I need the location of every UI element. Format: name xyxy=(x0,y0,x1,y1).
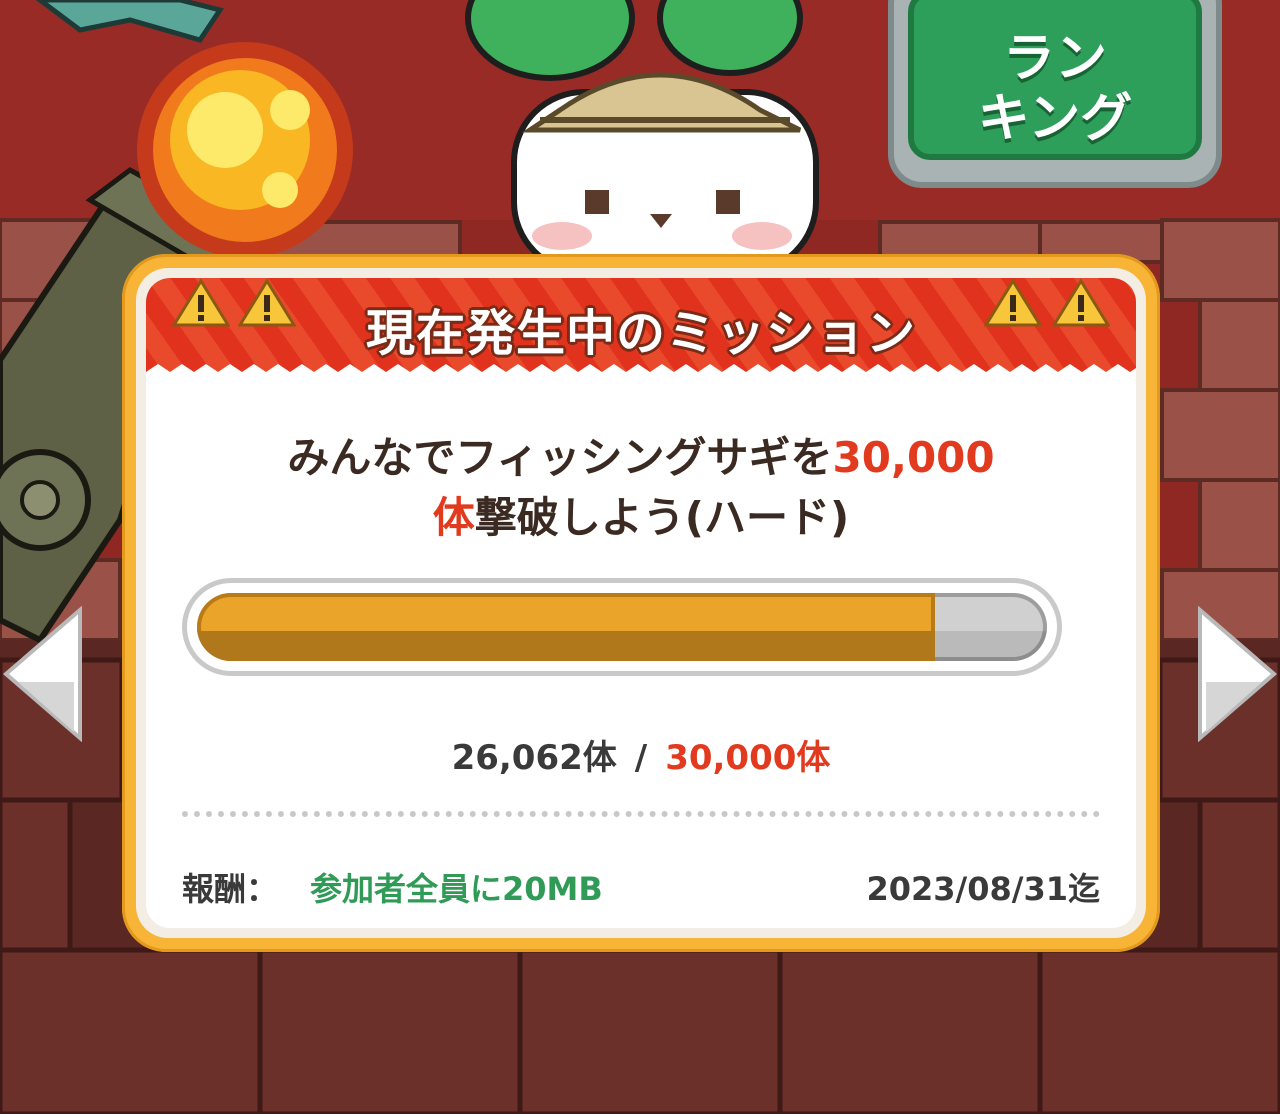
mission-card-body: 現在発生中のミッション みんなでフィッシングサギを30,000 体撃破しよう(ハ… xyxy=(146,278,1136,928)
progress-fill xyxy=(197,593,936,661)
mission-header: 現在発生中のミッション xyxy=(146,278,1136,390)
target-count: 30,000体 xyxy=(665,738,831,778)
dotted-divider xyxy=(182,811,1100,817)
mission-description: みんなでフィッシングサギを30,000 体撃破しよう(ハード) xyxy=(176,428,1106,548)
mission-progress-bar xyxy=(182,578,1062,676)
chevron-left-icon[interactable] xyxy=(0,605,84,743)
deadline: 2023/08/31迄 xyxy=(866,870,1100,908)
mission-count: 26,062体 / 30,000体 xyxy=(146,730,1136,779)
mission-description-line2: 体撃破しよう(ハード) xyxy=(176,488,1106,548)
mission-header-title: 現在発生中のミッション xyxy=(365,305,916,362)
mission-description-line1: みんなでフィッシングサギを30,000 xyxy=(176,428,1106,488)
mission-target-number: 30,000 xyxy=(832,433,995,482)
mission-target-unit: 体 xyxy=(432,493,475,542)
progress-track xyxy=(197,593,1047,661)
mission-card-frame: 現在発生中のミッション みんなでフィッシングサギを30,000 体撃破しよう(ハ… xyxy=(136,268,1146,938)
ranking-button-face: ラン キング xyxy=(908,0,1202,160)
reward-value: 参加者全員に20MB xyxy=(310,870,603,908)
count-separator: / xyxy=(634,738,648,778)
ranking-button-label: ラン キング xyxy=(977,29,1133,149)
reward-row: 報酬： 参加者全員に20MB 2023/08/31迄 xyxy=(182,864,1100,912)
reward-label: 報酬： xyxy=(182,870,279,908)
current-count: 26,062体 xyxy=(451,738,617,778)
mission-card: 現在発生中のミッション みんなでフィッシングサギを30,000 体撃破しよう(ハ… xyxy=(122,254,1160,952)
ranking-button[interactable]: ラン キング xyxy=(888,0,1222,188)
mission-description-suffix: 撃破しよう(ハード) xyxy=(474,493,850,542)
mission-description-prefix: みんなでフィッシングサギを xyxy=(287,433,833,482)
chevron-right-icon[interactable] xyxy=(1196,605,1280,743)
